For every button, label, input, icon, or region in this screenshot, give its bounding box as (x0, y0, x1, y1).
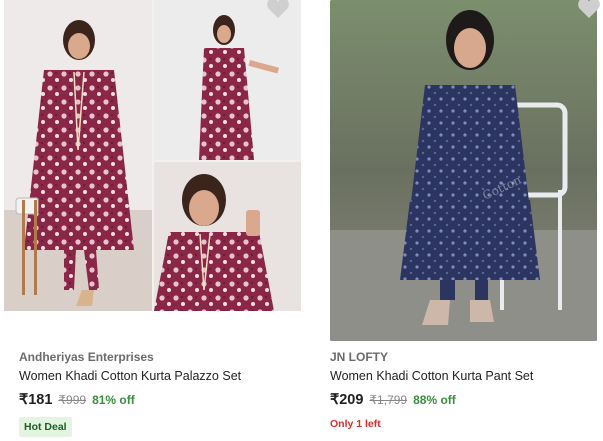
heart-icon[interactable] (266, 0, 290, 20)
brand-name: JN LOFTY (330, 350, 389, 364)
product-card[interactable]: Andheriyas Enterprises Women Khadi Cotto… (4, 0, 301, 441)
product-image-photo: Cotton (330, 0, 597, 341)
product-image[interactable] (4, 0, 301, 311)
product-image-collage (4, 0, 301, 311)
price-row: ₹209 ₹1,799 88% off (330, 392, 456, 408)
discount-percent: 81% off (92, 393, 135, 407)
product-image[interactable]: Cotton (330, 0, 597, 341)
selling-price: ₹209 (330, 392, 364, 408)
hot-deal-badge: Hot Deal (19, 417, 72, 437)
original-price: ₹1,799 (369, 393, 408, 407)
price-row: ₹181 ₹999 81% off (19, 392, 135, 408)
original-price: ₹999 (58, 393, 87, 407)
product-title[interactable]: Women Khadi Cotton Kurta Pant Set (330, 369, 533, 383)
product-card[interactable]: Cotton JN LOFTY Women Khadi Cotton Kurta… (330, 0, 603, 441)
heart-icon[interactable] (577, 0, 601, 20)
discount-percent: 88% off (413, 393, 456, 407)
product-title[interactable]: Women Khadi Cotton Kurta Palazzo Set (19, 369, 241, 383)
stock-warning-badge: Only 1 left (330, 418, 381, 430)
selling-price: ₹181 (19, 392, 53, 408)
brand-name: Andheriyas Enterprises (19, 350, 154, 364)
